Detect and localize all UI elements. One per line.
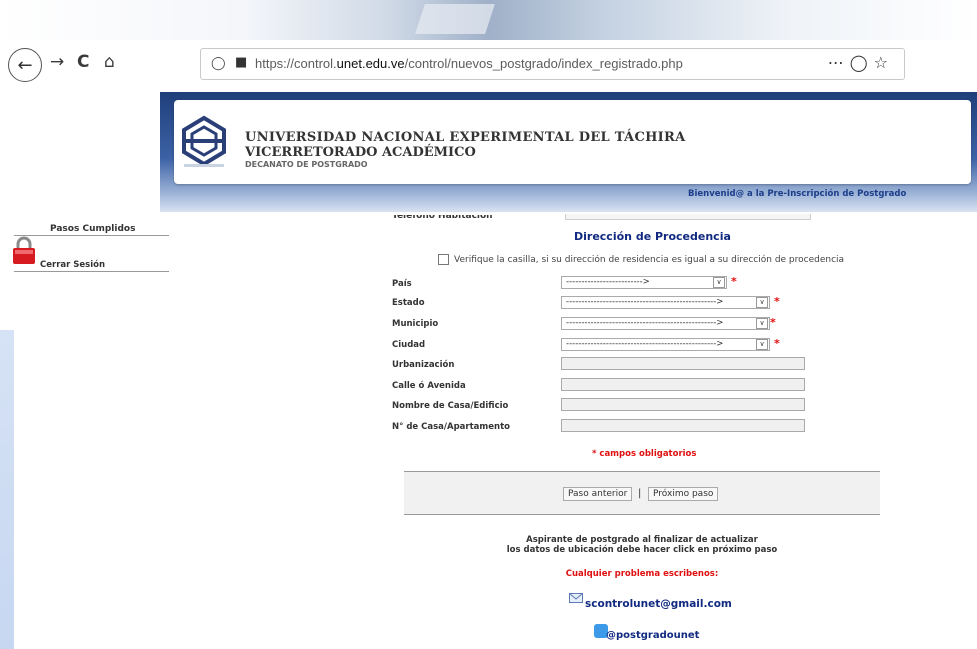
previous-step-button[interactable]: Paso anterior (563, 487, 633, 501)
instruction-line-1: Aspirante de postgrado al finalizar de a… (526, 535, 758, 545)
required-mark: * (731, 275, 737, 288)
state-select[interactable]: ----------------------------------------… (561, 296, 770, 309)
lock-icon[interactable]: ■ (235, 55, 247, 70)
checkbox[interactable] (438, 254, 449, 265)
next-step-button[interactable]: Próximo paso (648, 487, 719, 501)
email-link[interactable]: scontrolunet@gmail.com (585, 598, 732, 610)
address-bar[interactable]: ◯ ■ https://control.unet.edu.ve/control/… (200, 48, 905, 80)
sidebar-title: Pasos Cumplidos (50, 224, 136, 234)
required-mark: * (774, 337, 780, 350)
checkbox-label: Verifique la casilla, si su dirección de… (454, 254, 845, 265)
municipality-label: Municipio (392, 319, 439, 329)
button-separator: | (638, 488, 642, 499)
welcome-text: Bienvenid@ a la Pre-Inscripción de Postg… (688, 189, 907, 199)
button-bar (404, 471, 880, 515)
desktop-wallpaper (0, 0, 977, 40)
university-logo-icon (182, 115, 226, 167)
street-label: Calle ó Avenida (392, 381, 466, 391)
same-address-check[interactable]: Verifique la casilla, si su dirección de… (438, 254, 844, 265)
home-icon[interactable]: ⌂ (104, 52, 115, 72)
city-select[interactable]: ----------------------------------------… (561, 338, 770, 351)
twitter-link[interactable]: @postgradounet (606, 630, 699, 641)
padlock-icon[interactable] (11, 236, 37, 266)
reload-icon[interactable]: C (77, 52, 89, 72)
required-mark: * (774, 295, 780, 308)
city-label: Ciudad (392, 340, 426, 350)
shield-icon[interactable]: ◯ (211, 56, 226, 71)
chevron-down-icon[interactable]: ∨ (713, 277, 725, 288)
browser-toolbar: ← → C ⌂ ◯ ■ https://control.unet.edu.ve/… (0, 42, 977, 90)
house-number-input[interactable] (561, 419, 805, 432)
vice-rectorate: VICERRETORADO ACADÉMICO (245, 145, 476, 160)
url-text[interactable]: https://control.unet.edu.ve/control/nuev… (255, 56, 683, 71)
building-input[interactable] (561, 398, 805, 411)
country-select[interactable]: -------------------------> ∨ (561, 276, 727, 289)
page-actions[interactable]: ⋯◯☆ (828, 53, 894, 72)
municipality-select[interactable]: ----------------------------------------… (561, 317, 770, 330)
urbanization-label: Urbanización (392, 360, 455, 370)
wallpaper-edge (0, 330, 14, 649)
dean-office: DECANATO DE POSTGRADO (245, 160, 368, 169)
sidebar-divider (14, 235, 169, 236)
street-input[interactable] (561, 378, 805, 391)
chevron-down-icon[interactable]: ∨ (756, 318, 768, 329)
section-title: Dirección de Procedencia (574, 230, 731, 243)
forward-arrow-icon[interactable]: → (50, 52, 64, 72)
sidebar-divider (14, 271, 169, 272)
phone-label: Teléfono Habitación (392, 215, 493, 221)
urbanization-input[interactable] (561, 357, 805, 370)
envelope-icon (569, 593, 583, 603)
required-note: * campos obligatorios (592, 449, 697, 459)
logout-link[interactable]: Cerrar Sesión (40, 260, 105, 270)
state-value: ----------------------------------------… (566, 297, 724, 307)
country-value: -------------------------> (566, 277, 650, 287)
building-label: Nombre de Casa/Edificio (392, 401, 509, 411)
chevron-down-icon[interactable]: ∨ (756, 297, 768, 308)
more-icon[interactable]: ⋯ (828, 53, 850, 72)
help-prompt: Cualquier problema escribenos: (565, 569, 719, 579)
university-name: UNIVERSIDAD NACIONAL EXPERIMENTAL DEL TÁ… (245, 130, 686, 145)
state-label: Estado (392, 298, 425, 308)
required-mark: * (770, 316, 776, 329)
city-value: ----------------------------------------… (566, 339, 724, 349)
chevron-down-icon[interactable]: ∨ (756, 339, 768, 350)
back-arrow-icon[interactable]: ← (8, 48, 42, 82)
municipality-value: ----------------------------------------… (566, 318, 724, 328)
instruction-line-2: los datos de ubicación debe hacer click … (506, 545, 778, 555)
phone-input[interactable] (565, 214, 811, 220)
house-number-label: N° de Casa/Apartamento (392, 422, 510, 432)
country-label: País (392, 279, 412, 289)
